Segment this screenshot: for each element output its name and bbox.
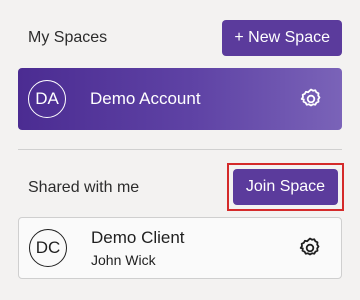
space-name: Demo Account xyxy=(90,89,201,108)
avatar: DA xyxy=(28,80,66,118)
space-owner: John Wick xyxy=(91,252,156,268)
join-space-button[interactable]: Join Space xyxy=(233,169,338,205)
gear-icon[interactable] xyxy=(297,235,323,261)
avatar: DC xyxy=(29,229,67,267)
shared-title: Shared with me xyxy=(28,179,140,196)
my-spaces-title: My Spaces xyxy=(28,29,108,46)
space-name: Demo Client xyxy=(91,228,185,247)
new-space-button[interactable]: + New Space xyxy=(222,20,342,56)
section-divider xyxy=(18,149,342,150)
space-card-text: Demo Client John Wick xyxy=(91,228,297,268)
space-card-demo-client[interactable]: DC Demo Client John Wick xyxy=(18,217,342,279)
my-spaces-header: My Spaces + New Space xyxy=(28,20,342,56)
spaces-panel: My Spaces + New Space DA Demo Account Sh… xyxy=(0,0,360,300)
gear-icon[interactable] xyxy=(298,86,324,112)
space-card-text: Demo Account xyxy=(90,89,298,109)
space-card-demo-account[interactable]: DA Demo Account xyxy=(18,68,342,130)
